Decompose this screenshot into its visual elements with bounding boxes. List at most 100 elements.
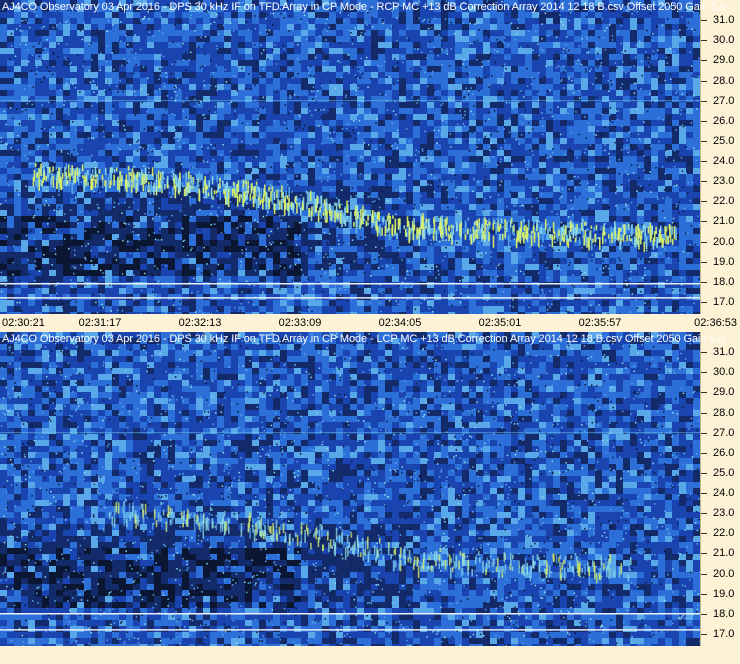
rcp-noise-cell: [357, 60, 364, 66]
rcp-noise-cell: [14, 198, 21, 204]
rcp-noise-cell: [378, 18, 385, 24]
rcp-noise-cell: [651, 18, 658, 24]
rcp-noise-cell: [560, 90, 567, 96]
rcp-noise-cell: [84, 114, 91, 120]
rcp-noise-cell: [483, 132, 490, 138]
rcp-noise-cell: [693, 162, 700, 168]
rcp-noise-cell: [371, 138, 378, 144]
rcp-noise-cell: [266, 156, 273, 162]
rcp-noise-cell: [168, 18, 175, 24]
rcp-noise-cell: [434, 102, 441, 108]
rcp-noise-cell: [560, 204, 567, 210]
rcp-noise-cell: [427, 120, 434, 126]
rcp-noise-cell: [196, 276, 203, 282]
rcp-noise-cell: [21, 156, 28, 162]
rcp-noise-cell: [623, 108, 630, 114]
rcp-noise-cell: [182, 30, 189, 36]
rcp-noise-cell: [210, 234, 217, 240]
rcp-noise-cell: [546, 72, 553, 78]
rcp-noise-cell: [343, 48, 350, 54]
rcp-noise-cell: [315, 132, 322, 138]
rcp-noise-cell: [77, 84, 84, 90]
rcp-noise-cell: [665, 270, 672, 276]
rcp-noise-cell: [35, 222, 42, 228]
rcp-noise-cell: [532, 174, 539, 180]
rcp-noise-cell: [371, 132, 378, 138]
rcp-noise-cell: [658, 198, 665, 204]
rcp-noise-cell: [644, 42, 651, 48]
rcp-noise-cell: [210, 240, 217, 246]
rcp-noise-cell: [14, 102, 21, 108]
rcp-noise-cell: [567, 132, 574, 138]
rcp-noise-cell: [357, 18, 364, 24]
rcp-noise-cell: [420, 240, 427, 246]
rcp-noise-cell: [588, 72, 595, 78]
rcp-noise-cell: [182, 204, 189, 210]
rcp-noise-cell: [420, 198, 427, 204]
rcp-noise-cell: [168, 282, 175, 288]
rcp-noise-cell: [322, 150, 329, 156]
rcp-noise-cell: [77, 60, 84, 66]
rcp-noise-cell: [126, 282, 133, 288]
rcp-noise-cell: [595, 162, 602, 168]
rcp-noise-cell: [406, 90, 413, 96]
rcp-noise-cell: [210, 246, 217, 252]
rcp-noise-cell: [77, 258, 84, 264]
rcp-noise-cell: [315, 270, 322, 276]
rcp-noise-cell: [483, 108, 490, 114]
rcp-noise-cell: [672, 132, 679, 138]
rcp-noise-cell: [56, 126, 63, 132]
rcp-noise-cell: [588, 156, 595, 162]
rcp-noise-cell: [413, 246, 420, 252]
rcp-noise-cell: [35, 270, 42, 276]
rcp-noise-cell: [217, 246, 224, 252]
rcp-noise-cell: [357, 126, 364, 132]
rcp-noise-cell: [686, 42, 693, 48]
rcp-noise-cell: [21, 42, 28, 48]
rcp-noise-cell: [273, 294, 280, 300]
rcp-noise-cell: [665, 162, 672, 168]
rcp-noise-cell: [217, 132, 224, 138]
rcp-noise-cell: [315, 168, 322, 174]
rcp-noise-cell: [154, 270, 161, 276]
rcp-noise-cell: [119, 150, 126, 156]
rcp-noise-cell: [420, 186, 427, 192]
rcp-noise-cell: [182, 138, 189, 144]
rcp-noise-cell: [651, 30, 658, 36]
rcp-noise-cell: [686, 132, 693, 138]
rcp-noise-cell: [245, 282, 252, 288]
rcp-noise-cell: [231, 24, 238, 30]
rcp-noise-cell: [525, 90, 532, 96]
rcp-noise-cell: [49, 180, 56, 186]
rcp-noise-cell: [119, 90, 126, 96]
rcp-noise-cell: [98, 144, 105, 150]
rcp-noise-cell: [588, 210, 595, 216]
rcp-noise-cell: [7, 216, 14, 222]
rcp-noise-cell: [154, 288, 161, 294]
rcp-noise-cell: [644, 276, 651, 282]
rcp-noise-cell: [343, 132, 350, 138]
rcp-noise-cell: [175, 78, 182, 84]
rcp-noise-cell: [350, 18, 357, 24]
rcp-noise-cell: [308, 180, 315, 186]
rcp-noise-cell: [252, 282, 259, 288]
rcp-noise-cell: [182, 288, 189, 294]
rcp-noise-cell: [259, 60, 266, 66]
rcp-noise-cell: [301, 276, 308, 282]
rcp-noise-cell: [140, 246, 147, 252]
rcp-noise-cell: [560, 72, 567, 78]
rcp-noise-cell: [679, 90, 686, 96]
rcp-noise-cell: [385, 294, 392, 300]
rcp-noise-cell: [161, 294, 168, 300]
rcp-noise-cell: [0, 294, 7, 300]
rcp-noise-cell: [84, 60, 91, 66]
rcp-noise-cell: [175, 18, 182, 24]
rcp-noise-cell: [581, 174, 588, 180]
rcp-noise-cell: [413, 114, 420, 120]
rcp-noise-cell: [602, 180, 609, 186]
rcp-noise-cell: [399, 210, 406, 216]
rcp-noise-cell: [651, 156, 658, 162]
rcp-noise-cell: [238, 102, 245, 108]
rcp-noise-cell: [455, 144, 462, 150]
rcp-noise-cell: [98, 54, 105, 60]
